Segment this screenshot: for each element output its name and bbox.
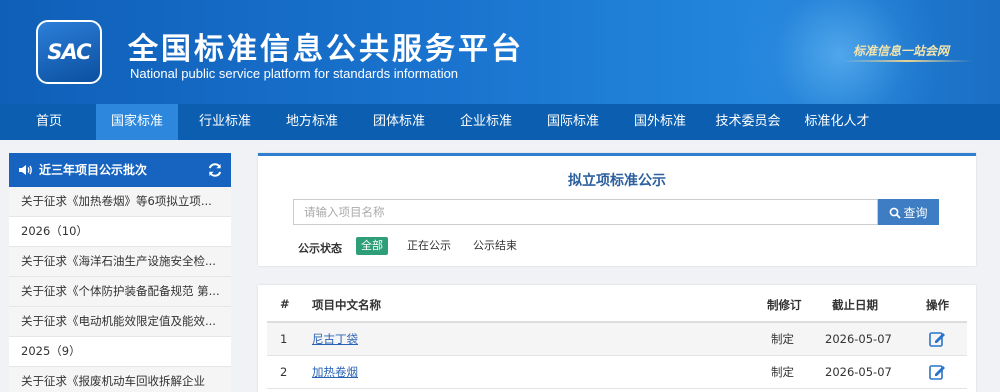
edit-icon[interactable] [928,330,946,348]
header-slogan: 标准信息一站会网 [853,44,950,58]
column-header-type: 制修订 [767,298,802,312]
column-header-actions: 操作 [926,298,949,312]
sidebar-header: 近三年项目公示批次 [9,153,231,187]
revision-type: 制定 [771,365,794,379]
project-name-link[interactable]: 尼古丁袋 [312,323,358,355]
row-index: 2 [280,365,288,379]
nav-item-group-standards[interactable]: 团体标准 [358,104,440,140]
batch-year-item[interactable]: 2026（10） [9,217,231,247]
project-name-search-input[interactable] [293,199,878,225]
revision-type: 制定 [771,332,794,346]
panel-title: 拟立项标准公示 [568,173,666,189]
proposed-standards-search-panel: 拟立项标准公示 查询 公示状态 全部 正在公示 公示结束 [258,153,976,266]
batch-list-item[interactable]: 关于征求《个体防护装备配备规范 第... [9,277,231,307]
batch-list-item[interactable]: 关于征求《报废机动车回收拆解企业 [9,367,231,392]
table-row: 2 加热卷烟 制定 2026-05-07 [267,356,967,389]
batch-list: 关于征求《加热卷烟》等6项拟立项... 2026（10） 关于征求《海洋石油生产… [9,187,231,392]
nav-item-enterprise-standards[interactable]: 企业标准 [445,104,527,140]
column-header-deadline: 截止日期 [832,298,878,312]
site-header: SAC 全国标准信息公共服务平台 National public service… [0,0,1000,104]
nav-item-foreign-standards[interactable]: 国外标准 [619,104,701,140]
nav-item-international-standards[interactable]: 国际标准 [532,104,614,140]
filter-ongoing[interactable]: 正在公示 [402,237,456,255]
row-index: 1 [280,332,288,346]
table-row: 1 尼古丁袋 制定 2026-05-07 [267,323,967,356]
filter-all[interactable]: 全部 [356,237,388,255]
batch-list-item[interactable]: 关于征求《海洋石油生产设施安全检... [9,247,231,277]
deadline-date: 2026-05-07 [825,365,892,379]
site-title: 全国标准信息公共服务平台 [128,32,524,67]
column-header-name: 项目中文名称 [312,298,381,312]
search-button[interactable]: 查询 [878,199,939,225]
volume-icon [19,165,32,175]
project-name-link[interactable]: 加热卷烟 [312,356,358,388]
search-button-label: 查询 [903,205,928,220]
slogan-underline [842,60,972,62]
batch-list-item[interactable]: 关于征求《加热卷烟》等6项拟立项... [9,187,231,217]
main-nav: 首页 国家标准 行业标准 地方标准 团体标准 企业标准 国际标准 国外标准 技术… [0,104,1000,140]
edit-icon[interactable] [928,363,946,381]
nav-item-local-standards[interactable]: 地方标准 [271,104,353,140]
refresh-icon[interactable] [207,162,223,178]
nav-item-technical-committees[interactable]: 技术委员会 [705,104,791,140]
site-subtitle: National public service platform for sta… [130,66,459,81]
proposed-projects-table: # 项目中文名称 制修订 截止日期 操作 1 尼古丁袋 制定 2026-05-0… [258,285,976,392]
nav-item-standardization-talent[interactable]: 标准化人才 [794,104,880,140]
sidebar-title: 近三年项目公示批次 [39,163,148,177]
logo-text: SAC [47,40,91,64]
announcement-batches-panel: 近三年项目公示批次 关于征求《加热卷烟》等6项拟立项... 2026（10） 关… [9,153,231,392]
sac-logo[interactable]: SAC [36,20,102,84]
column-header-index: # [280,297,290,311]
status-filter-label: 公示状态 [298,242,342,255]
filter-ended[interactable]: 公示结束 [468,237,522,255]
deadline-date: 2026-05-07 [825,332,892,346]
search-icon [890,207,902,219]
batch-list-item[interactable]: 关于征求《电动机能效限定值及能效... [9,307,231,337]
batch-year-item[interactable]: 2025（9） [9,337,231,367]
nav-item-home[interactable]: 首页 [18,104,80,140]
nav-item-national-standards[interactable]: 国家标准 [96,104,178,140]
nav-item-industry-standards[interactable]: 行业标准 [184,104,266,140]
